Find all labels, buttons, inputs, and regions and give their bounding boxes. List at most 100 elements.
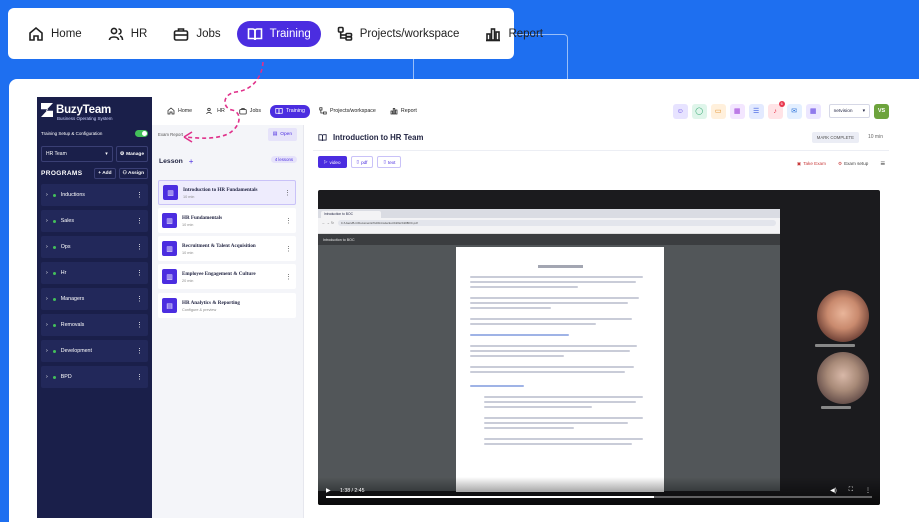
assign-icon: ⚇ — [122, 171, 127, 176]
kebab-icon[interactable]: ⋮ — [136, 295, 143, 303]
kebab-icon[interactable]: ⋮ — [285, 273, 292, 281]
calendar-alt-icon[interactable]: ▦ — [805, 103, 821, 119]
video-controls-right: ◀) ⛶ ⋮ — [830, 487, 871, 494]
team-select-value: HR Team — [46, 151, 67, 157]
pdf-toolbar: Introduction to BOC — [318, 234, 780, 245]
add-label: Add — [102, 171, 112, 176]
app-nav-label: Jobs — [249, 108, 261, 114]
sidebar-item-development[interactable]: › Development ⋮ — [41, 340, 148, 362]
lesson-card[interactable]: ▥ HR Fundamentals 10 min ⋮ — [158, 208, 296, 233]
sidebar-item-inductions[interactable]: › Inductions ⋮ — [41, 184, 148, 206]
avatar[interactable]: VS — [874, 103, 889, 119]
kebab-icon[interactable]: ⋮ — [136, 373, 143, 381]
team-select[interactable]: HR Team ▾ — [41, 146, 113, 162]
mark-complete-button[interactable]: MARK COMPLETE — [811, 132, 859, 143]
chevron-right-icon: › — [46, 374, 48, 380]
video-player[interactable]: Introduction to BOC ← → ↻ C:/Users/B-C/D… — [318, 190, 880, 505]
sidebar-item-removals[interactable]: › Removals ⋮ — [41, 314, 148, 336]
kebab-icon[interactable]: ⋮ — [136, 269, 143, 277]
top-nav-projects[interactable]: Projects/workspace — [327, 21, 470, 47]
tab-label: video — [329, 159, 341, 165]
menu-icon[interactable]: ≡ — [880, 159, 885, 168]
more-icon[interactable]: ⋮ — [865, 487, 871, 494]
app-window: BuzyTeam Business Operating System Train… — [9, 79, 919, 522]
top-nav-training[interactable]: Training — [236, 20, 321, 47]
mail-icon[interactable]: ✉ — [786, 103, 802, 119]
participant-name — [815, 344, 855, 347]
app-nav-home[interactable]: Home — [162, 105, 197, 118]
app-nav-label: Projects/workspace — [329, 108, 376, 114]
training-config-toggle[interactable] — [135, 130, 148, 137]
participant-video-1 — [817, 290, 869, 342]
tab-text[interactable]: ▯ text — [377, 156, 402, 168]
top-nav-label: Projects/workspace — [359, 27, 460, 40]
app-nav-label: Training — [286, 108, 305, 114]
users-icon — [108, 27, 123, 40]
participant-video-2 — [817, 352, 869, 404]
top-nav-home[interactable]: Home — [18, 21, 92, 47]
notification-count: 6 — [778, 100, 785, 107]
open-button[interactable]: ▤ Open — [267, 128, 297, 141]
pdf-viewer — [318, 245, 780, 492]
tab-video[interactable]: ▷ video — [318, 156, 347, 168]
volume-icon[interactable]: ◀) — [830, 487, 837, 494]
lesson-card[interactable]: ▥ Employee Engagement & Culture 20 min ⋮ — [158, 264, 296, 289]
video-progress-bar[interactable] — [326, 496, 872, 498]
kebab-icon[interactable]: ⋮ — [284, 189, 291, 197]
clipboard-icon[interactable]: ▭ — [710, 103, 726, 119]
people-icon[interactable]: ☺ — [672, 103, 688, 119]
kebab-icon[interactable]: ⋮ — [285, 217, 292, 225]
checklist-icon[interactable]: ☰ — [748, 103, 764, 119]
video-controls: ▶ 1:38 / 2:45 ◀) ⛶ ⋮ — [318, 477, 880, 505]
sidebar-item-label: Ops — [60, 244, 71, 250]
take-exam-button[interactable]: ▣ Take Exam — [797, 161, 826, 167]
app-nav-hr[interactable]: HR — [201, 105, 230, 118]
book-icon: ▥ — [162, 241, 177, 256]
org-select[interactable]: netvision ▾ — [828, 104, 870, 118]
add-program-button[interactable]: + Add — [94, 168, 116, 179]
assign-button[interactable]: ⚇ Assign — [118, 168, 148, 179]
kebab-icon[interactable]: ⋮ — [136, 347, 143, 355]
sidebar-item-hr[interactable]: › Hr ⋮ — [41, 262, 148, 284]
kebab-icon[interactable]: ⋮ — [136, 217, 143, 225]
top-nav-report[interactable]: Report — [475, 21, 553, 47]
bell-icon[interactable]: ♪ 6 — [767, 100, 785, 119]
kebab-icon[interactable]: ⋮ — [136, 321, 143, 329]
top-nav-label: HR — [130, 27, 148, 40]
kebab-icon[interactable]: ⋮ — [136, 243, 143, 251]
sidebar-item-bpd[interactable]: › BPD ⋮ — [41, 366, 148, 388]
briefcase-icon — [174, 27, 189, 41]
app-nav-report[interactable]: Report — [385, 105, 422, 118]
kebab-icon[interactable]: ⋮ — [285, 245, 292, 253]
status-dot — [52, 349, 56, 353]
lesson-card[interactable]: ▥ Introduction to HR Fundamentals 10 min … — [158, 180, 296, 205]
sidebar-item-ops[interactable]: › Ops ⋮ — [41, 236, 148, 258]
lesson-card[interactable]: ▥ Recruitment & Talent Acquisition 10 min… — [158, 236, 296, 261]
chat-icon[interactable]: ◯ — [691, 103, 707, 119]
top-nav-jobs[interactable]: Jobs — [163, 21, 230, 47]
lesson-heading: Lesson — [159, 158, 183, 165]
add-lesson-button[interactable]: + — [189, 157, 194, 166]
home-icon — [29, 26, 43, 41]
lesson-count-badge: 4 lessons — [270, 156, 297, 163]
sidebar-item-sales[interactable]: › Sales ⋮ — [41, 210, 148, 232]
fullscreen-icon[interactable]: ⛶ — [849, 487, 853, 494]
settings-icon: ⚙ — [837, 160, 843, 166]
exam-setup-label: Exam setup — [844, 161, 869, 166]
calendar-icon[interactable]: ▦ — [729, 103, 745, 119]
lesson-card[interactable]: ▤ HR Analytics & Reporting Configure & pr… — [158, 293, 296, 318]
recorded-browser: Introduction to BOC ← → ↻ C:/Users/B-C/D… — [318, 209, 780, 492]
app-nav-jobs[interactable]: Jobs — [234, 105, 266, 118]
sidebar-item-managers[interactable]: › Managers ⋮ — [41, 288, 148, 310]
exam-report-label[interactable]: Exam Report — [158, 132, 183, 137]
exam-setup-button[interactable]: ⚙ Exam setup — [838, 161, 868, 167]
play-icon[interactable]: ▶ — [326, 487, 331, 494]
app-nav-training[interactable]: Training — [270, 104, 310, 118]
sidebar-item-label: Hr — [60, 270, 67, 276]
kebab-icon[interactable]: ⋮ — [136, 191, 143, 199]
app-nav-projects[interactable]: Projects/workspace — [314, 105, 381, 118]
team-row: HR Team ▾ ⚙ Manage — [41, 146, 148, 162]
tab-pdf[interactable]: ▯ pdf — [350, 156, 374, 168]
top-nav-hr[interactable]: HR — [98, 21, 158, 47]
manage-button[interactable]: ⚙ Manage — [115, 146, 148, 162]
